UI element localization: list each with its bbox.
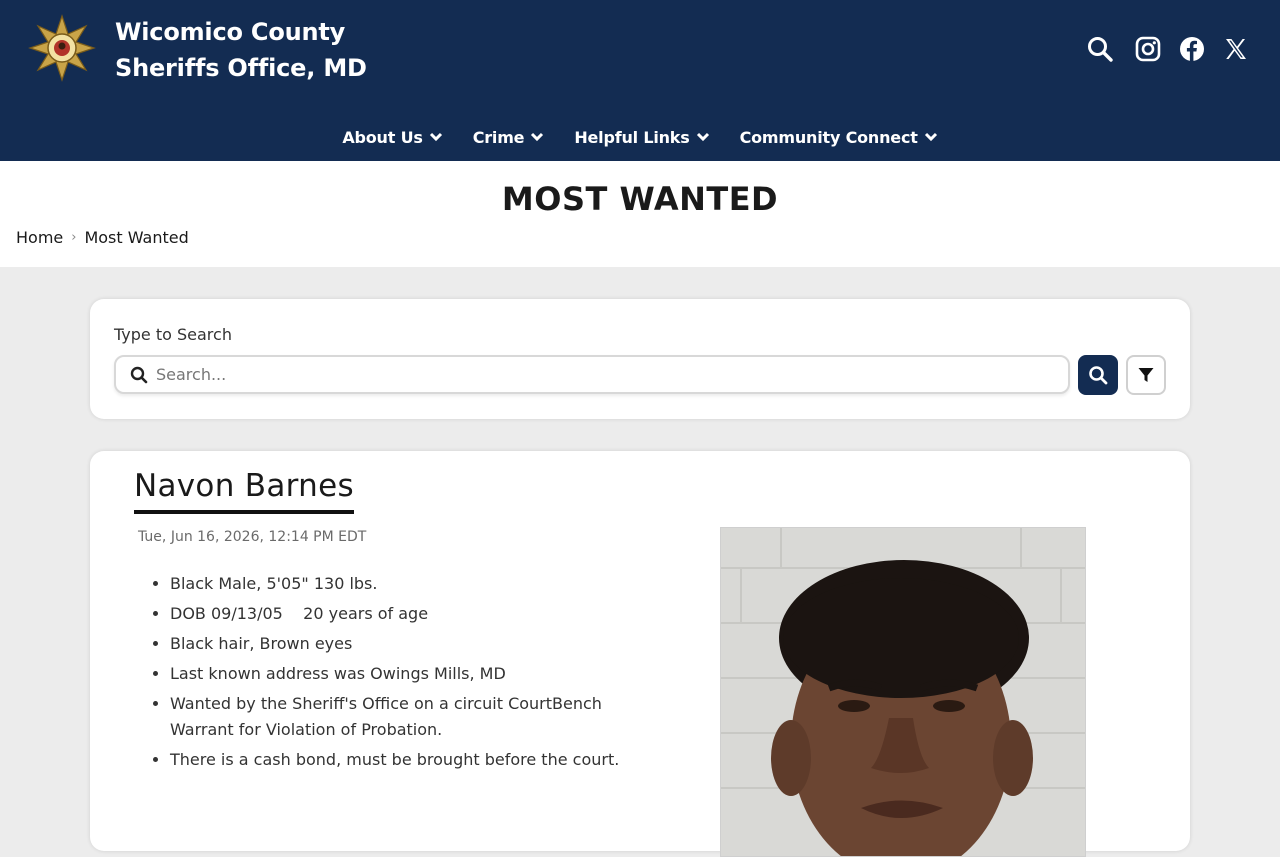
page-title-bar: MOST WANTED Home › Most Wanted (0, 161, 1280, 267)
search-icon (1088, 37, 1113, 62)
breadcrumb-current: Most Wanted (84, 228, 189, 247)
site-title-line1: Wicomico County (115, 18, 346, 46)
detail-item: There is a cash bond, must be brought be… (170, 747, 630, 773)
nav-helpful-links[interactable]: Helpful Links (574, 124, 709, 150)
facebook-link[interactable] (1177, 34, 1207, 64)
chevron-down-icon (531, 132, 544, 142)
search-submit-button[interactable] (1078, 355, 1118, 395)
nav-crime[interactable]: Crime (473, 124, 545, 150)
posted-date: Tue, Jun 16, 2026, 12:14 PM EDT (138, 529, 367, 545)
nav-crime-label: Crime (472, 127, 525, 147)
detail-item: Wanted by the Sheriff's Office on a circ… (170, 691, 630, 743)
page-title: MOST WANTED (501, 180, 779, 218)
nav-about-us-label: About Us (342, 127, 423, 147)
site-header: Wicomico County Sheriffs Office, MD Abou… (0, 0, 1280, 161)
wanted-name[interactable]: Navon Barnes (134, 468, 354, 514)
search-label: Type to Search (114, 325, 232, 344)
wanted-details: Black Male, 5'05" 130 lbs. DOB 09/13/05 … (150, 571, 630, 777)
sheriff-star-logo[interactable] (28, 14, 96, 82)
breadcrumb-home-link[interactable]: Home (16, 228, 63, 247)
mugshot-image (721, 528, 1085, 856)
detail-item: Last known address was Owings Mills, MD (170, 661, 630, 687)
detail-item: DOB 09/13/05 20 years of age (170, 601, 630, 627)
search-field[interactable] (114, 355, 1070, 394)
header-search-button[interactable] (1085, 34, 1115, 64)
chevron-down-icon (429, 132, 442, 142)
search-icon (1089, 366, 1108, 385)
x-icon (1226, 39, 1246, 59)
search-icon (130, 366, 148, 384)
breadcrumb: Home › Most Wanted (16, 228, 189, 247)
mugshot-photo[interactable] (720, 527, 1086, 857)
search-input[interactable] (156, 357, 1056, 392)
instagram-link[interactable] (1133, 34, 1163, 64)
main-nav: About Us Crime Helpful Links Community C… (0, 124, 1280, 150)
nav-community-connect-label: Community Connect (739, 127, 918, 147)
chevron-down-icon (924, 132, 937, 142)
nav-about-us[interactable]: About Us (342, 124, 442, 150)
nav-community-connect[interactable]: Community Connect (740, 124, 938, 150)
search-card: Type to Search (90, 299, 1190, 419)
site-title[interactable]: Wicomico County Sheriffs Office, MD (115, 14, 367, 86)
detail-item: Black hair, Brown eyes (170, 631, 630, 657)
chevron-down-icon (696, 132, 709, 142)
facebook-icon (1180, 37, 1204, 61)
site-title-line2: Sheriffs Office, MD (115, 54, 367, 82)
filter-button[interactable] (1126, 355, 1166, 395)
filter-icon (1138, 368, 1154, 382)
instagram-icon (1135, 36, 1161, 62)
breadcrumb-separator: › (71, 230, 77, 245)
nav-helpful-links-label: Helpful Links (574, 127, 690, 147)
x-link[interactable] (1221, 34, 1251, 64)
wanted-card: Navon Barnes Tue, Jun 16, 2026, 12:14 PM… (90, 451, 1190, 857)
detail-item: Black Male, 5'05" 130 lbs. (170, 571, 630, 597)
